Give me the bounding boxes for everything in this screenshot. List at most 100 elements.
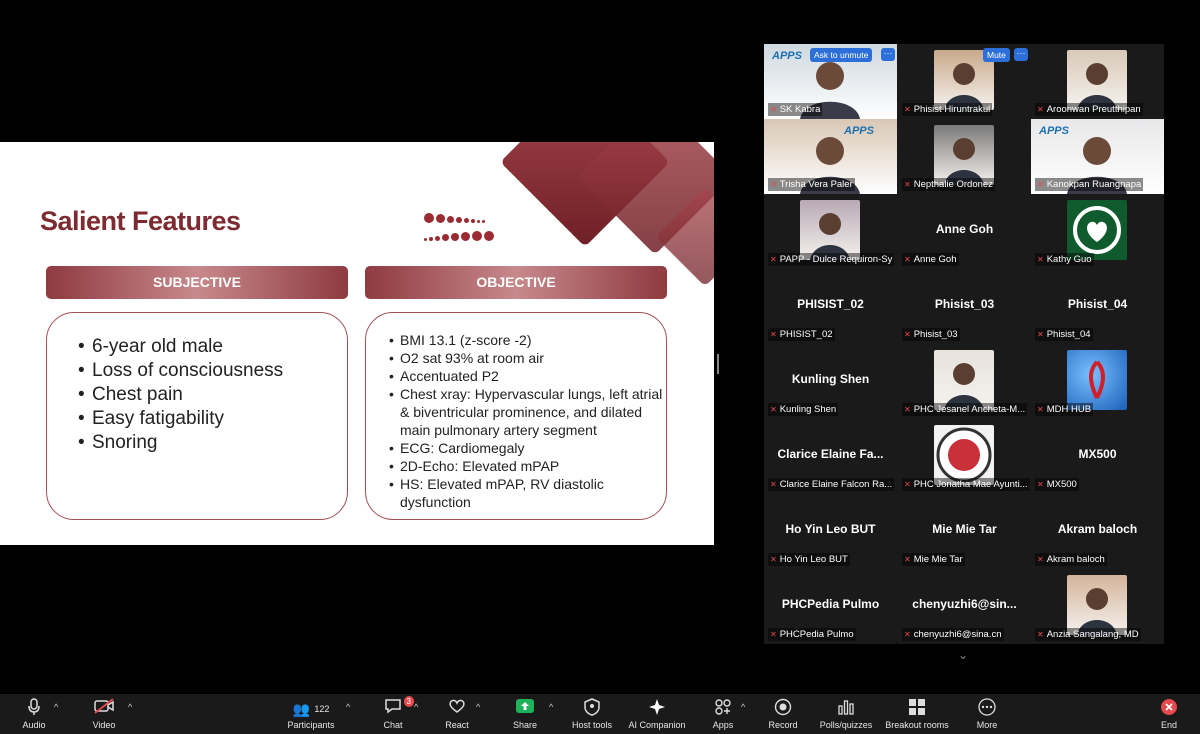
- polls-button[interactable]: Polls/quizzes: [818, 698, 874, 730]
- participant-tile[interactable]: Akram baloch ✕ Akram baloch: [1031, 494, 1164, 569]
- participants-icon-wrap: 👥 122: [284, 698, 338, 720]
- apps-label: Apps: [712, 720, 734, 730]
- video-options-caret-icon[interactable]: ^: [128, 702, 132, 712]
- participant-name: Anzia Sangalang, MD: [1046, 629, 1139, 640]
- bar-chart-icon: [818, 698, 874, 720]
- mute-participant-button[interactable]: Mute: [983, 48, 1010, 62]
- shared-screen[interactable]: Salient Features SUBJECTIVE OBJECTIVE 6-…: [0, 120, 714, 567]
- panel-resize-handle[interactable]: [717, 354, 719, 374]
- participant-display-name: Ho Yin Leo BUT: [785, 522, 876, 536]
- close-icon: [1154, 698, 1184, 720]
- participant-name-label: ✕ Anne Goh: [902, 253, 959, 266]
- breakout-rooms-button[interactable]: Breakout rooms: [884, 698, 950, 730]
- muted-mic-icon: ✕: [904, 255, 911, 264]
- participant-name: Clarice Elaine Falcon Ra...: [779, 479, 893, 490]
- participant-tile[interactable]: ✕ Anzia Sangalang, MD: [1031, 569, 1164, 644]
- participant-tile[interactable]: APPS ✕ Trisha Vera Paler: [764, 119, 897, 194]
- host-tools-button[interactable]: Host tools: [570, 698, 614, 730]
- apps-button[interactable]: Apps: [708, 698, 738, 730]
- participant-more-button[interactable]: ···: [881, 48, 895, 61]
- objective-item: BMI 13.1 (z-score -2): [389, 331, 670, 349]
- participant-avatar: [934, 425, 994, 485]
- participant-tile[interactable]: APPS ✕ Kanokpan Ruangnapa: [1031, 119, 1164, 194]
- ai-companion-button[interactable]: AI Companion: [626, 698, 688, 730]
- video-button[interactable]: Video: [86, 698, 122, 730]
- apps-icon: [708, 698, 738, 720]
- participant-tile[interactable]: APPS ✕ SK Kabra Ask to unmute ···: [764, 44, 897, 119]
- subjective-item: Snoring: [78, 431, 283, 455]
- participant-name: Anne Goh: [913, 254, 957, 265]
- participant-name-label: ✕ PHC Jonatha Mae Ayunti...: [902, 478, 1030, 491]
- participants-button[interactable]: 👥 122 Participants: [284, 698, 338, 730]
- participant-display-name: Mie Mie Tar: [932, 522, 997, 536]
- grid-icon: [884, 698, 950, 720]
- participant-name: Aroonwan Preutthipan: [1046, 104, 1141, 115]
- participant-tile[interactable]: ✕ PHC Jonatha Mae Ayunti...: [898, 419, 1031, 494]
- objective-item: Accentuated P2: [389, 367, 670, 385]
- participant-tile[interactable]: PHCPedia Pulmo ✕ PHCPedia Pulmo: [764, 569, 897, 644]
- record-button[interactable]: Record: [766, 698, 800, 730]
- audio-button[interactable]: Audio: [16, 698, 52, 730]
- participant-tile[interactable]: chenyuzhi6@sin... ✕ chenyuzhi6@sina.cn: [898, 569, 1031, 644]
- muted-mic-icon: ✕: [770, 630, 777, 639]
- participant-name: MX500: [1046, 479, 1077, 490]
- participant-name: PHISIST_02: [779, 329, 833, 340]
- share-button[interactable]: Share: [510, 698, 540, 730]
- participant-tile[interactable]: Kunling Shen ✕ Kunling Shen: [764, 344, 897, 419]
- participant-tile[interactable]: ✕ Phisist Hiruntrakul Mute ···: [898, 44, 1031, 119]
- participants-options-caret-icon[interactable]: ^: [346, 702, 350, 712]
- participant-avatar: [800, 200, 860, 260]
- chat-unread-badge: 3: [403, 696, 414, 707]
- ask-to-unmute-button[interactable]: Ask to unmute: [810, 48, 873, 62]
- participant-tile[interactable]: ✕ Aroonwan Preutthipan: [1031, 44, 1164, 119]
- participant-display-name: MX500: [1078, 447, 1117, 461]
- react-options-caret-icon[interactable]: ^: [476, 702, 480, 712]
- participant-tile[interactable]: Clarice Elaine Fa... ✕ Clarice Elaine Falc…: [764, 419, 897, 494]
- participant-tile[interactable]: Phisist_03 ✕ Phisist_03: [898, 269, 1031, 344]
- participant-tile[interactable]: Anne Goh ✕ Anne Goh: [898, 194, 1031, 269]
- end-meeting-button[interactable]: End: [1154, 698, 1184, 730]
- participant-name: SK Kabra: [779, 104, 821, 115]
- participant-tile[interactable]: Phisist_04 ✕ Phisist_04: [1031, 269, 1164, 344]
- participant-tile[interactable]: PHISIST_02 ✕ PHISIST_02: [764, 269, 897, 344]
- subjective-item: Chest pain: [78, 383, 283, 407]
- muted-mic-icon: ✕: [1037, 105, 1044, 114]
- participant-tile[interactable]: ✕ MDH HUB: [1031, 344, 1164, 419]
- participant-tile[interactable]: MX500 ✕ MX500: [1031, 419, 1164, 494]
- chat-label: Chat: [383, 720, 403, 730]
- apps-logo: APPS: [772, 50, 802, 62]
- chat-options-caret-icon[interactable]: ^: [414, 702, 418, 712]
- objective-header: OBJECTIVE: [365, 266, 667, 299]
- participant-tile[interactable]: ✕ Nepthalie Ordonez: [898, 119, 1031, 194]
- participant-tile[interactable]: Mie Mie Tar ✕ Mie Mie Tar: [898, 494, 1031, 569]
- participant-tile[interactable]: ✕ PAPP - Dulce Requiron-Sy: [764, 194, 897, 269]
- end-label: End: [1160, 720, 1177, 730]
- muted-mic-icon: ✕: [770, 330, 777, 339]
- ai-companion-label: AI Companion: [628, 720, 686, 730]
- participant-name-label: ✕ Kathy Guo: [1035, 253, 1094, 266]
- participant-name-label: ✕ Aroonwan Preutthipan: [1035, 103, 1143, 116]
- chat-button[interactable]: 3 Chat: [378, 696, 414, 730]
- participant-name-label: ✕ Trisha Vera Paler: [768, 178, 855, 191]
- participant-name: Mie Mie Tar: [913, 554, 963, 565]
- subjective-item: Easy fatigability: [78, 407, 283, 431]
- participant-more-button[interactable]: ···: [1014, 48, 1028, 61]
- record-label: Record: [768, 720, 798, 730]
- participant-display-name: PHISIST_02: [797, 297, 864, 311]
- audio-options-caret-icon[interactable]: ^: [54, 702, 58, 712]
- muted-mic-icon: ✕: [904, 105, 911, 114]
- participant-tile[interactable]: ✕ Kathy Guo: [1031, 194, 1164, 269]
- share-options-caret-icon[interactable]: ^: [549, 702, 553, 712]
- participant-name: PHC Jonatha Mae Ayunti...: [913, 479, 1028, 490]
- react-button[interactable]: React: [442, 698, 472, 730]
- video-label: Video: [92, 720, 116, 730]
- chevron-down-icon[interactable]: ⌄: [958, 648, 968, 662]
- more-button[interactable]: More: [972, 698, 1002, 730]
- participant-gallery[interactable]: APPS ✕ SK Kabra Ask to unmute ··· ✕ Phisist Hi…: [764, 44, 1164, 644]
- participant-tile[interactable]: ✕ PHC Jesanel Ancheta-M...: [898, 344, 1031, 419]
- apps-options-caret-icon[interactable]: ^: [741, 702, 745, 712]
- participant-display-name: Anne Goh: [935, 222, 994, 236]
- meeting-toolbar: Audio ^ Video ^ 👥 122 Participants ^ 3 C…: [0, 694, 1200, 734]
- participant-avatar: [1067, 350, 1127, 410]
- participant-tile[interactable]: Ho Yin Leo BUT ✕ Ho Yin Leo BUT: [764, 494, 897, 569]
